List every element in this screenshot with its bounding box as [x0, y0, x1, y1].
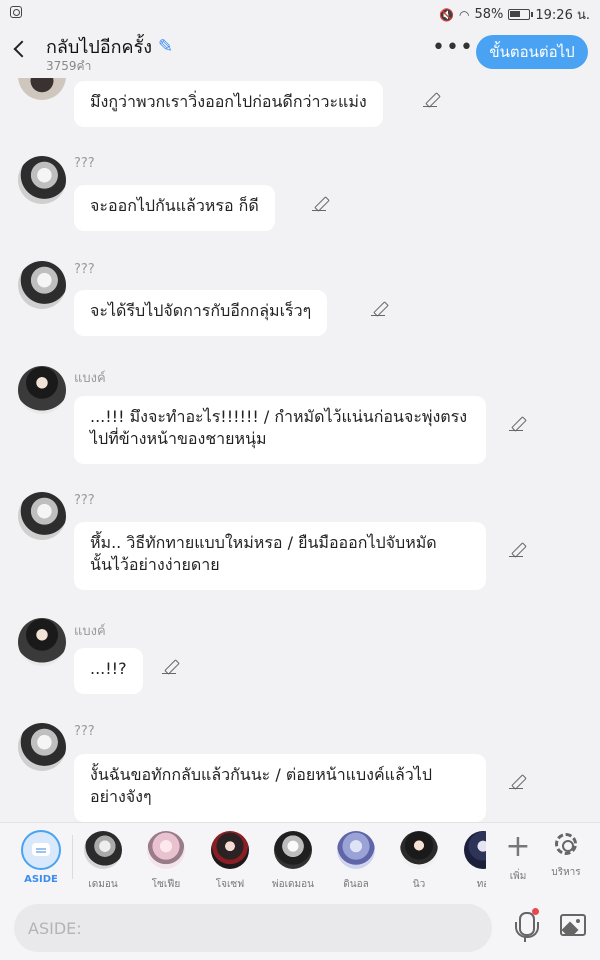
status-bar: 🔇 ◠ 58% 19:26 น. — [0, 0, 600, 26]
character-avatar — [464, 831, 486, 869]
character-bar: ASIDE เดมอน โซเฟีย โจเซฟ พ่อเดมอน ดินอล … — [0, 822, 600, 890]
edit-message-icon[interactable] — [422, 90, 440, 108]
more-options-icon[interactable]: ••• — [432, 37, 474, 59]
avatar[interactable] — [18, 492, 66, 540]
message-bubble[interactable]: จะออกไปกันแล้วหรอ ก็ดี — [74, 185, 275, 231]
character-item[interactable]: เดมอน — [78, 827, 128, 889]
edit-message-icon[interactable] — [508, 772, 526, 790]
add-character-button[interactable]: + เพิ่ม — [496, 827, 540, 889]
next-step-button[interactable]: ขั้นตอนต่อไป — [476, 35, 588, 69]
manage-label: บริหาร — [551, 867, 581, 878]
message-bubble[interactable]: มึงกูว่าพวกเราวิ่งออกไปก่อนดีกว่าวะแม่ง — [74, 81, 383, 127]
character-name: ดินอล — [343, 879, 369, 889]
character-avatar — [274, 831, 312, 869]
character-name: ทอ — [476, 879, 486, 889]
manage-characters-button[interactable]: บริหาร — [544, 827, 588, 889]
message-bubble[interactable]: ...!!! มึงจะทำอะไร!!!!!! / กำหมัดไว้แน่น… — [74, 396, 486, 464]
avatar[interactable] — [18, 366, 66, 414]
word-count: 3759คำ — [46, 59, 92, 73]
sender-name: ??? — [74, 156, 95, 171]
message-bubble[interactable]: ...!!? — [74, 648, 143, 694]
aside-label: ASIDE — [24, 874, 58, 885]
character-name: โซเฟีย — [151, 879, 181, 889]
character-avatar — [211, 831, 249, 869]
character-list: เดมอน โซเฟีย โจเซฟ พ่อเดมอน ดินอล นิว ทอ — [78, 827, 486, 889]
edit-message-icon[interactable] — [311, 194, 329, 212]
character-item[interactable]: นิว — [394, 827, 444, 889]
avatar[interactable] — [18, 723, 66, 771]
message-bubble[interactable]: หึ้ม.. วิธีทักทายแบบใหม่หรอ / ยืนมือออกไ… — [74, 522, 486, 590]
sender-name: ??? — [74, 493, 95, 508]
character-avatar — [337, 831, 375, 869]
gear-icon — [555, 833, 577, 855]
avatar[interactable] — [18, 78, 66, 100]
sender-name: แบงค์ — [74, 371, 106, 386]
character-name: นิว — [412, 879, 426, 889]
recording-indicator — [532, 908, 539, 915]
header: กลับไปอีกครั้ง ✎ 3759คำ ••• ขั้นตอนต่อไป — [0, 26, 600, 78]
character-item[interactable]: โจเซฟ — [205, 827, 255, 889]
character-avatar — [84, 831, 122, 869]
avatar[interactable] — [18, 261, 66, 309]
edit-message-icon[interactable] — [508, 414, 526, 432]
wifi-icon: ◠ — [458, 7, 470, 22]
character-avatar — [400, 831, 438, 869]
aside-input[interactable] — [14, 904, 492, 952]
message-bubble[interactable]: งั้นฉันขอทักกลับแล้วกันนะ / ต่อยหน้าแบงค… — [74, 754, 486, 822]
edit-title-icon[interactable]: ✎ — [158, 36, 173, 57]
plus-icon: + — [505, 829, 531, 864]
microphone-stem — [524, 936, 526, 942]
sender-name: แบงค์ — [74, 624, 106, 639]
edit-message-icon[interactable] — [508, 540, 526, 558]
character-avatar — [147, 831, 185, 869]
character-name: โจเซฟ — [215, 879, 245, 889]
character-item[interactable]: โซเฟีย — [141, 827, 191, 889]
character-item[interactable]: พ่อเดมอน — [268, 827, 318, 889]
sender-name: ??? — [74, 262, 95, 277]
battery-icon — [508, 9, 534, 20]
edit-message-icon[interactable] — [161, 657, 179, 675]
character-name: พ่อเดมอน — [272, 879, 314, 889]
clock: 19:26 น. — [535, 8, 590, 23]
sender-name: ??? — [74, 724, 95, 739]
message-bubble[interactable]: จะได้รีบไปจัดการกับอีกกลุ่มเร็วๆ — [74, 290, 328, 336]
image-icon[interactable] — [560, 914, 586, 936]
avatar[interactable] — [18, 618, 66, 666]
battery-percent: 58% — [474, 7, 504, 22]
edit-message-icon[interactable] — [370, 299, 388, 317]
avatar[interactable] — [18, 156, 66, 204]
input-bar — [0, 890, 600, 960]
instagram-icon — [10, 6, 22, 18]
add-character-label: เพิ่ม — [509, 871, 527, 882]
divider — [72, 835, 73, 879]
character-item[interactable]: ทอ — [458, 827, 486, 889]
aside-chat-icon — [21, 830, 61, 870]
character-item[interactable]: ดินอล — [331, 827, 381, 889]
chat-area: มึงกูว่าพวกเราวิ่งออกไปก่อนดีกว่าวะแม่ง … — [0, 78, 600, 822]
mute-icon: 🔇 — [439, 7, 454, 22]
aside-tab[interactable]: ASIDE — [14, 827, 68, 889]
back-icon[interactable] — [10, 38, 32, 60]
character-name: เดมอน — [88, 879, 118, 889]
